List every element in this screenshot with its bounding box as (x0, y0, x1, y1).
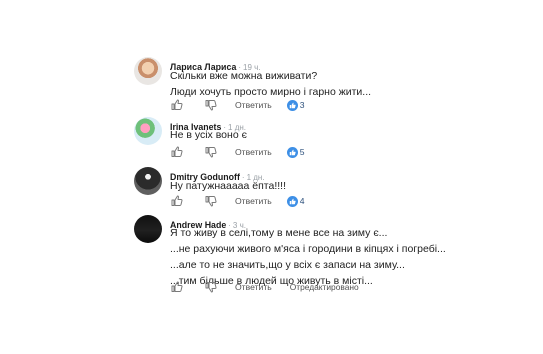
reply-button[interactable]: Ответить (235, 282, 272, 292)
dislike-icon[interactable] (204, 280, 218, 294)
avatar[interactable] (134, 117, 162, 145)
avatar[interactable] (134, 167, 162, 195)
thumbs-up-reaction-icon (286, 146, 298, 158)
comment-actions: Ответить Отредактировано (170, 280, 359, 294)
reaction-count: 3 (299, 100, 305, 110)
reply-button[interactable]: Ответить (235, 100, 272, 110)
like-icon[interactable] (170, 280, 184, 294)
comment-line: Ну патужнааааа ёпта!!!! (170, 180, 287, 192)
comment-line: ...але то не значить,що у всіх є запаси … (170, 259, 405, 271)
dislike-icon[interactable] (204, 98, 218, 112)
comment-text: Ну патужнааааа ёпта!!!! (170, 178, 286, 194)
reaction-count: 5 (299, 147, 305, 157)
like-icon[interactable] (170, 194, 184, 208)
comment-line: Не в усіх воно є (170, 129, 247, 141)
edited-label: Отредактировано (289, 282, 359, 292)
dislike-icon[interactable] (204, 194, 218, 208)
reply-button[interactable]: Ответить (235, 147, 272, 157)
reaction-summary[interactable]: 3 (286, 99, 305, 111)
avatar[interactable] (134, 57, 162, 85)
reaction-count: 4 (299, 196, 305, 206)
dislike-icon[interactable] (204, 145, 218, 159)
reaction-summary[interactable]: 4 (286, 195, 305, 207)
reaction-summary[interactable]: 5 (286, 146, 305, 158)
like-icon[interactable] (170, 145, 184, 159)
like-icon[interactable] (170, 98, 184, 112)
comment-actions: Ответить 3 (170, 98, 305, 112)
comment-text: Скільки вже можна виживати? Люди хочуть … (170, 68, 371, 100)
comment-line: Скільки вже можна виживати? (170, 70, 318, 82)
comment-line: ...не рахуючи живого м'яса і городини в … (170, 243, 446, 255)
comment-actions: Ответить 4 (170, 194, 305, 208)
thumbs-up-reaction-icon (286, 195, 298, 207)
comment-actions: Ответить 5 (170, 145, 305, 159)
reply-button[interactable]: Ответить (235, 196, 272, 206)
comment-line: Я то живу в селі,тому в мене все на зиму… (170, 227, 388, 239)
comment-text: Не в усіх воно є (170, 127, 247, 143)
avatar[interactable] (134, 215, 162, 243)
thumbs-up-reaction-icon (286, 99, 298, 111)
